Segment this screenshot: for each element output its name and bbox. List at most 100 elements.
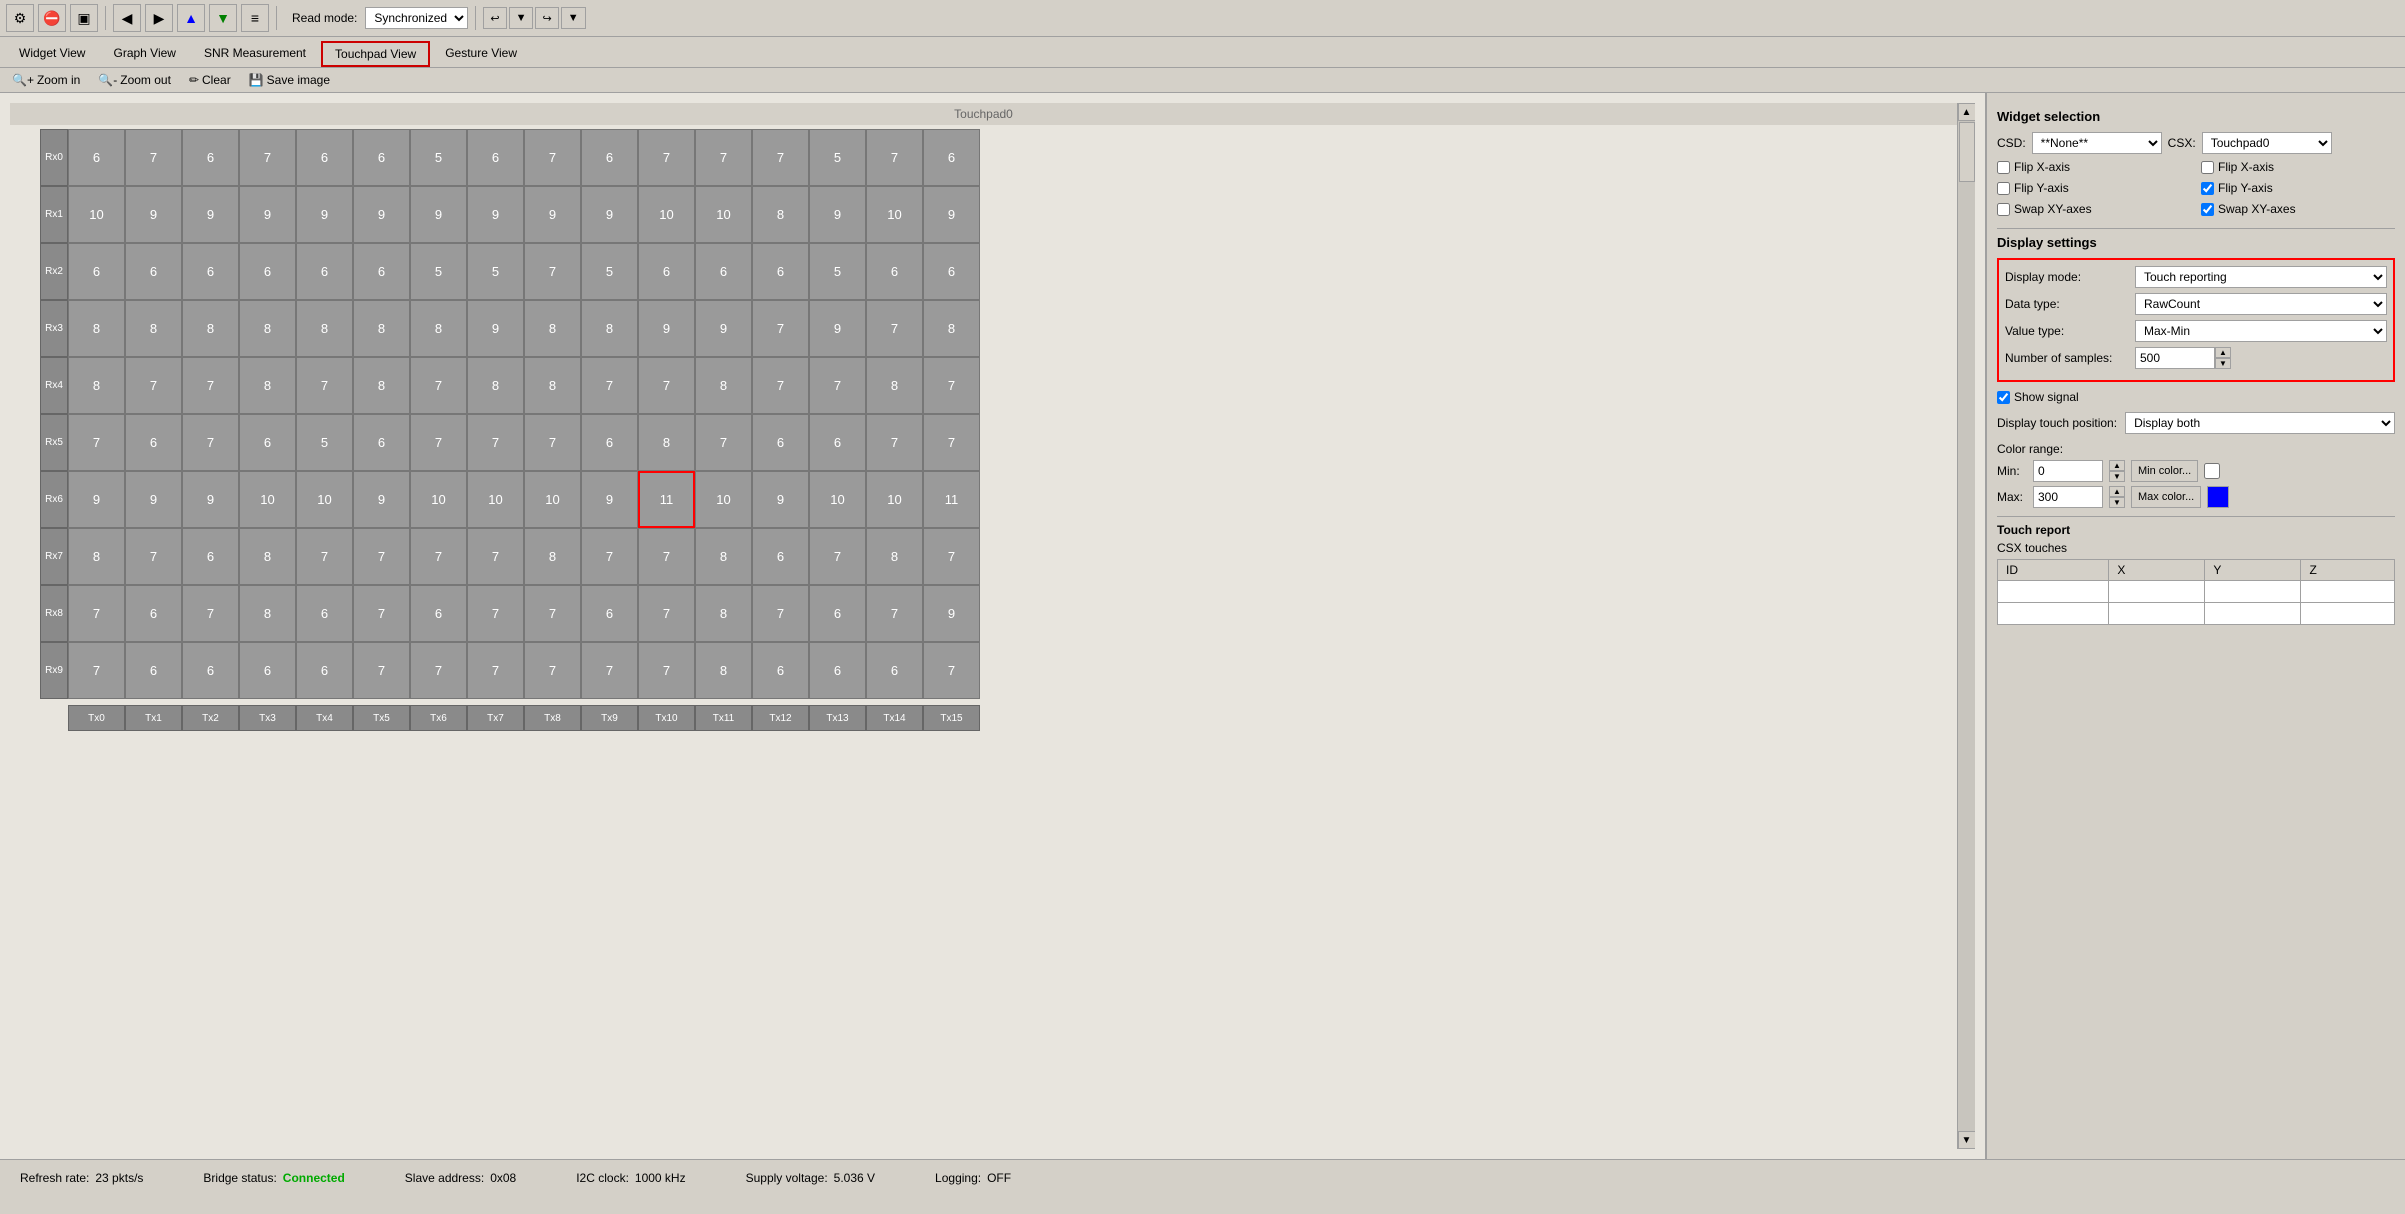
data-type-select[interactable]: RawCount Baseline Diff — [2135, 293, 2387, 315]
redo-dropdown[interactable]: ▼ — [509, 7, 534, 29]
grid-cell-r9-c13: 6 — [809, 642, 866, 699]
grid-cell-r0-c0: 6 — [68, 129, 125, 186]
grid-cell-r0-c5: 6 — [353, 129, 410, 186]
view-button[interactable]: ▣ — [70, 4, 98, 32]
value-type-row: Value type: Max-Min Max Min — [2005, 320, 2387, 342]
show-signal-checkbox[interactable] — [1997, 391, 2010, 404]
up-button[interactable]: ▲ — [177, 4, 205, 32]
csx-swap-xy-checkbox[interactable] — [2201, 203, 2214, 216]
axis-options: Flip X-axis Flip X-axis Flip Y-axis Flip… — [1997, 160, 2395, 220]
grid-cell-r2-c6: 5 — [410, 243, 467, 300]
vertical-scrollbar[interactable]: ▲ ▼ — [1957, 103, 1975, 1149]
undo-button[interactable]: ↩ — [483, 7, 506, 29]
max-spin-up[interactable]: ▲ — [2109, 486, 2125, 497]
min-spin-down[interactable]: ▼ — [2109, 471, 2125, 482]
grid-cell-r4-c13: 7 — [809, 357, 866, 414]
scroll-track[interactable] — [1958, 121, 1976, 1131]
zoom-in-icon: 🔍+ — [12, 73, 34, 87]
csx-flip-y-checkbox[interactable] — [2201, 182, 2214, 195]
scroll-down-arrow[interactable]: ▼ — [1958, 1131, 1976, 1149]
min-spin-up[interactable]: ▲ — [2109, 460, 2125, 471]
slave-address-item: Slave address: 0x08 — [405, 1171, 516, 1185]
grid-cell-r8-c5: 7 — [353, 585, 410, 642]
grid-cell-r9-c4: 6 — [296, 642, 353, 699]
zoom-out-button[interactable]: 🔍- Zoom out — [94, 71, 175, 89]
grid-cell-r6-c15: 11 — [923, 471, 980, 528]
separator-3 — [475, 6, 476, 30]
save-image-button[interactable]: 💾 Save image — [245, 71, 334, 89]
grid-cell-r6-c13: 10 — [809, 471, 866, 528]
stop-button[interactable]: ⛔ — [38, 4, 66, 32]
grid-cell-r0-c6: 5 — [410, 129, 467, 186]
csx-select[interactable]: Touchpad0 — [2202, 132, 2332, 154]
tab-graph-view[interactable]: Graph View — [100, 41, 188, 67]
grid-cell-r0-c14: 7 — [866, 129, 923, 186]
scroll-up-arrow[interactable]: ▲ — [1958, 103, 1976, 121]
tab-touchpad-view[interactable]: Touchpad View — [321, 41, 430, 67]
back-button[interactable]: ◀ — [113, 4, 141, 32]
grid-row-5: 7676567776876677 — [68, 414, 980, 471]
csx-flip-x-label: Flip X-axis — [2218, 160, 2274, 174]
redo-dropdown2[interactable]: ▼ — [561, 7, 586, 29]
list-button[interactable]: ≡ — [241, 4, 269, 32]
grid-cell-r3-c8: 8 — [524, 300, 581, 357]
csd-flip-y-checkbox[interactable] — [1997, 182, 2010, 195]
grid-cell-r0-c1: 7 — [125, 129, 182, 186]
touch-y-2 — [2205, 603, 2301, 625]
min-value-input[interactable] — [2033, 460, 2103, 482]
max-value-input[interactable] — [2033, 486, 2103, 508]
down-button[interactable]: ▼ — [209, 4, 237, 32]
min-spinner[interactable]: ▲ ▼ — [2109, 460, 2125, 482]
csx-flip-y-label: Flip Y-axis — [2218, 181, 2273, 195]
forward-button[interactable]: ▶ — [145, 4, 173, 32]
grid-cell-r7-c3: 8 — [239, 528, 296, 585]
num-samples-input[interactable] — [2135, 347, 2215, 369]
num-samples-up[interactable]: ▲ — [2215, 347, 2231, 358]
display-touch-pos-label: Display touch position: — [1997, 416, 2117, 430]
divider-2 — [1997, 516, 2395, 517]
grid-cell-r1-c14: 10 — [866, 186, 923, 243]
grid-cell-r3-c15: 8 — [923, 300, 980, 357]
grid-cell-r8-c0: 7 — [68, 585, 125, 642]
clear-button[interactable]: ✏ Clear — [185, 71, 235, 89]
num-samples-down[interactable]: ▼ — [2215, 358, 2231, 369]
tab-widget-view[interactable]: Widget View — [6, 41, 98, 67]
grid-cell-r3-c12: 7 — [752, 300, 809, 357]
csd-swap-xy-checkbox[interactable] — [1997, 203, 2010, 216]
grid-cell-r3-c5: 8 — [353, 300, 410, 357]
rx-label-4: Rx4 — [40, 357, 68, 414]
grid-cell-r4-c3: 8 — [239, 357, 296, 414]
zoom-in-button[interactable]: 🔍+ Zoom in — [8, 71, 84, 89]
grid-cell-r4-c4: 7 — [296, 357, 353, 414]
tab-gesture-view[interactable]: Gesture View — [432, 41, 530, 67]
csd-flip-x-checkbox[interactable] — [1997, 161, 2010, 174]
redo-button[interactable]: ↪ — [535, 7, 558, 29]
max-spinner[interactable]: ▲ ▼ — [2109, 486, 2125, 508]
grid-cell-r9-c3: 6 — [239, 642, 296, 699]
min-color-button[interactable]: Min color... — [2131, 460, 2198, 482]
grid-cell-r0-c10: 7 — [638, 129, 695, 186]
touch-row-1 — [1998, 581, 2395, 603]
max-color-button[interactable]: Max color... — [2131, 486, 2201, 508]
grid-cell-r1-c9: 9 — [581, 186, 638, 243]
display-mode-select[interactable]: Touch reporting Signal Reference Differe… — [2135, 266, 2387, 288]
settings-button[interactable]: ⚙ — [6, 4, 34, 32]
tab-snr-measurement[interactable]: SNR Measurement — [191, 41, 319, 67]
num-samples-row: Number of samples: ▲ ▼ — [2005, 347, 2387, 369]
scroll-thumb[interactable] — [1959, 122, 1975, 182]
grid-cell-r0-c7: 6 — [467, 129, 524, 186]
grid-cell-r5-c7: 7 — [467, 414, 524, 471]
grid-cell-r3-c3: 8 — [239, 300, 296, 357]
num-samples-spinner[interactable]: ▲ ▼ — [2215, 347, 2231, 369]
read-mode-select[interactable]: Synchronized Continuous Single — [365, 7, 468, 29]
grid-cell-r1-c3: 9 — [239, 186, 296, 243]
csd-select[interactable]: **None** — [2032, 132, 2162, 154]
csx-flip-x-checkbox[interactable] — [2201, 161, 2214, 174]
logging-item: Logging: OFF — [935, 1171, 1011, 1185]
display-touch-pos-select[interactable]: Display both Display X only Display Y on… — [2125, 412, 2395, 434]
grid-cell-r4-c8: 8 — [524, 357, 581, 414]
max-spin-down[interactable]: ▼ — [2109, 497, 2125, 508]
value-type-select[interactable]: Max-Min Max Min — [2135, 320, 2387, 342]
grid-cell-r2-c1: 6 — [125, 243, 182, 300]
min-color-checkbox[interactable] — [2204, 463, 2220, 479]
